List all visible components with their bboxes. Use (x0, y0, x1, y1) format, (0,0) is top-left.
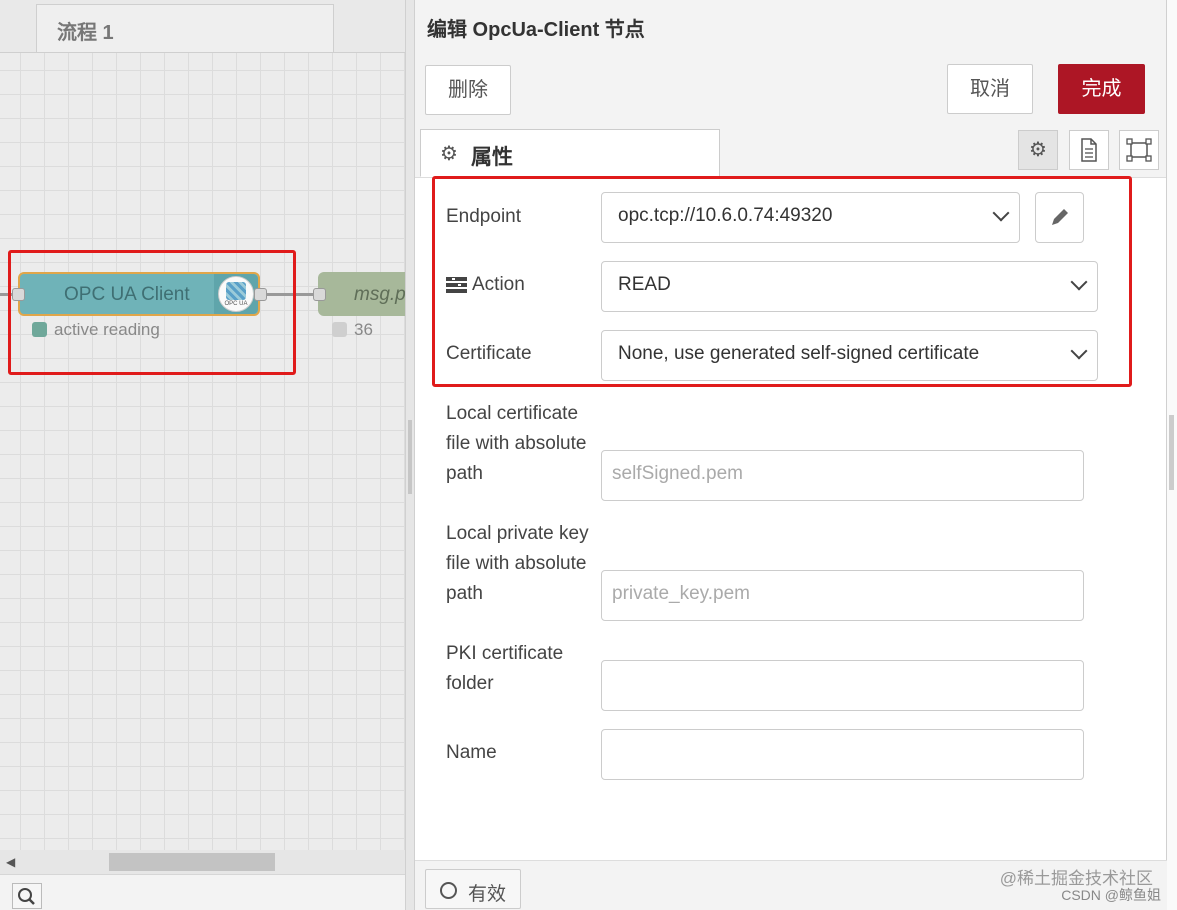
local-cert-input[interactable]: selfSigned.pem (601, 450, 1084, 501)
tab-appearance-icon-button[interactable] (1119, 130, 1159, 170)
cancel-button[interactable]: 取消 (947, 64, 1033, 114)
debug-msg-node[interactable]: msg.p (318, 272, 405, 316)
node-label: OPC UA Client (64, 284, 190, 305)
chevron-down-icon (1070, 273, 1088, 291)
edit-endpoint-button[interactable] (1035, 192, 1084, 243)
local-cert-label: Local certificate file with absolute pat… (446, 403, 587, 484)
editor-vertical-scrollbar[interactable] (1167, 0, 1177, 910)
action-label: Action (472, 274, 525, 295)
local-cert-placeholder: selfSigned.pem (612, 463, 743, 484)
node-output-port[interactable] (254, 288, 267, 301)
circle-icon (440, 882, 457, 899)
opc-ua-client-node[interactable]: OPC UA Client OPC UA (18, 272, 260, 316)
certificate-value: None, use generated self-signed certific… (618, 343, 980, 364)
status-dot-icon (332, 322, 347, 337)
frame-icon (1126, 138, 1152, 162)
tab-flow-1[interactable]: 流程 1 (36, 4, 334, 52)
endpoint-label: Endpoint (446, 206, 522, 227)
editor-title: 编辑 OpcUa-Client 节点 (427, 19, 645, 41)
document-icon (1081, 138, 1097, 162)
certificate-label: Certificate (446, 343, 532, 364)
local-key-placeholder: private_key.pem (612, 583, 750, 604)
certificate-select[interactable]: None, use generated self-signed certific… (601, 330, 1098, 381)
gear-icon: ⚙ (1029, 139, 1047, 161)
tab-description-icon-button[interactable] (1069, 130, 1109, 170)
editor-tabs: ⚙ 属性 ⚙ (415, 124, 1166, 178)
action-select[interactable]: READ (601, 261, 1098, 312)
canvas-horizontal-scrollbar[interactable]: ◀ (0, 850, 405, 874)
action-value: READ (618, 274, 671, 295)
node-input-port[interactable] (12, 288, 25, 301)
chevron-down-icon (1070, 342, 1088, 360)
action-icon (446, 277, 467, 293)
endpoint-select[interactable]: opc.tcp://10.6.0.74:49320 (601, 192, 1020, 243)
local-key-label: Local private key file with absolute pat… (446, 523, 589, 604)
node-input-port[interactable] (313, 288, 326, 301)
node-label: msg.p (354, 284, 405, 305)
name-input[interactable] (601, 729, 1084, 780)
status-dot-icon (32, 322, 47, 337)
watermark-csdn: CSDN @鲸鱼姐 (1061, 887, 1161, 903)
tab-properties[interactable]: ⚙ 属性 (420, 129, 720, 177)
flow-canvas[interactable]: 流程 1 OPC UA Client OPC UA active reading… (0, 0, 405, 910)
opc-ua-logo-icon: OPC UA (218, 276, 254, 312)
tab-settings-icon-button[interactable]: ⚙ (1018, 130, 1058, 170)
node-status: 36 (354, 320, 373, 339)
chevron-down-icon (992, 204, 1010, 222)
search-icon (18, 888, 35, 905)
node-icon-area: OPC UA (214, 274, 258, 314)
enabled-label: 有效 (468, 884, 507, 905)
name-label: Name (446, 742, 497, 763)
editor-toolbar: 删除 取消 完成 (415, 52, 1166, 125)
endpoint-value: opc.tcp://10.6.0.74:49320 (618, 205, 833, 226)
panel-divider[interactable] (405, 0, 415, 910)
scrollbar-thumb[interactable] (109, 853, 275, 871)
pencil-icon (1052, 209, 1068, 225)
enabled-toggle-button[interactable]: 有效 (425, 869, 521, 909)
gear-icon: ⚙ (440, 143, 458, 165)
node-status: active reading (54, 320, 160, 339)
flow-tab-bar: 流程 1 (0, 0, 405, 53)
canvas-footer (0, 874, 405, 910)
divider-grip[interactable] (408, 420, 412, 494)
search-button[interactable] (12, 883, 42, 909)
delete-button[interactable]: 删除 (425, 65, 511, 115)
pki-folder-label: PKI certificate folder (446, 643, 564, 694)
scrollbar-thumb[interactable] (1169, 415, 1174, 490)
pki-folder-input[interactable] (601, 660, 1084, 711)
tab-properties-label: 属性 (471, 146, 513, 169)
done-button[interactable]: 完成 (1058, 64, 1145, 114)
local-key-input[interactable]: private_key.pem (601, 570, 1084, 621)
wire-opc-to-msg[interactable] (262, 293, 318, 296)
scroll-left-icon[interactable]: ◀ (6, 855, 15, 869)
canvas-grid[interactable] (0, 52, 405, 850)
editor-header: 编辑 OpcUa-Client 节点 (415, 0, 1166, 53)
